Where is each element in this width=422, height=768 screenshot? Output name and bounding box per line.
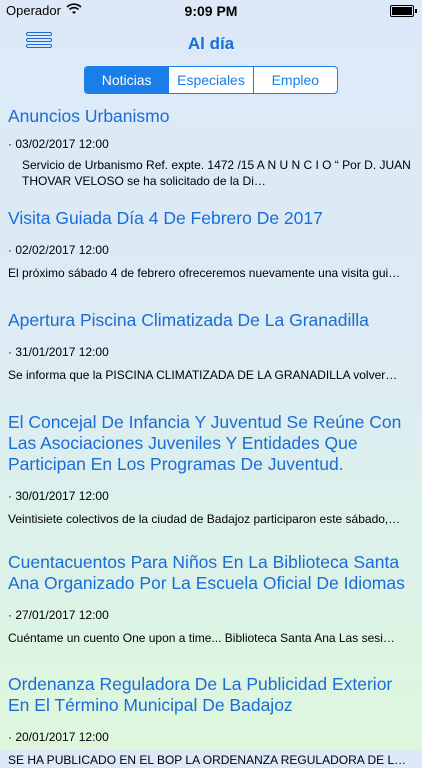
news-excerpt: El próximo sábado 4 de febrero ofrecerem… <box>8 266 401 280</box>
news-date: · 03/02/2017 12:00 <box>8 137 109 151</box>
news-date: · 02/02/2017 12:00 <box>8 243 109 257</box>
news-item[interactable]: Visita Guiada Día 4 De Febrero De 2017 ·… <box>0 202 422 304</box>
news-item[interactable]: Anuncios Urbanismo · 03/02/2017 12:00 Se… <box>0 100 422 202</box>
tab-empleo[interactable]: Empleo <box>252 67 337 93</box>
battery-icon <box>390 5 417 17</box>
tab-especiales[interactable]: Especiales <box>168 67 252 93</box>
news-title[interactable]: Anuncios Urbanismo <box>8 100 414 127</box>
news-title[interactable]: El Concejal De Infancia Y Juventud Se Re… <box>8 406 414 475</box>
tab-noticias[interactable]: Noticias <box>85 67 169 93</box>
news-title[interactable]: Cuentacuentos Para Niños En La Bibliotec… <box>8 546 414 594</box>
news-item[interactable]: Ordenanza Reguladora De La Publicidad Ex… <box>0 668 422 767</box>
news-title[interactable]: Ordenanza Reguladora De La Publicidad Ex… <box>8 668 414 716</box>
news-list: Anuncios Urbanismo · 03/02/2017 12:00 Se… <box>0 100 422 767</box>
status-bar: Operador 9:09 PM <box>0 0 422 22</box>
news-excerpt: Cuéntame un cuento One upon a time... Bi… <box>8 631 395 645</box>
news-date: · 31/01/2017 12:00 <box>8 345 109 359</box>
news-date: · 27/01/2017 12:00 <box>8 608 109 622</box>
news-excerpt: Veintisiete colectivos de la ciudad de B… <box>8 512 401 526</box>
navigation-bar: Al día <box>0 22 422 64</box>
news-excerpt: Se informa que la PISCINA CLIMATIZADA DE… <box>8 368 398 382</box>
clock: 9:09 PM <box>184 3 238 19</box>
news-excerpt: Servicio de Urbanismo Ref. expte. 1472 /… <box>22 158 411 188</box>
news-title[interactable]: Apertura Piscina Climatizada De La Grana… <box>8 304 414 331</box>
news-item[interactable]: Cuentacuentos Para Niños En La Bibliotec… <box>0 546 422 668</box>
news-item[interactable]: Apertura Piscina Climatizada De La Grana… <box>0 304 422 406</box>
news-date: · 20/01/2017 12:00 <box>8 730 109 744</box>
news-title[interactable]: Visita Guiada Día 4 De Febrero De 2017 <box>8 202 414 229</box>
page-title: Al día <box>187 34 235 53</box>
news-date: · 30/01/2017 12:00 <box>8 489 109 503</box>
section-tabs: Noticias Especiales Empleo <box>84 66 338 94</box>
news-item[interactable]: El Concejal De Infancia Y Juventud Se Re… <box>0 406 422 546</box>
news-excerpt: SE HA PUBLICADO EN EL BOP LA ORDENANZA R… <box>8 753 414 767</box>
